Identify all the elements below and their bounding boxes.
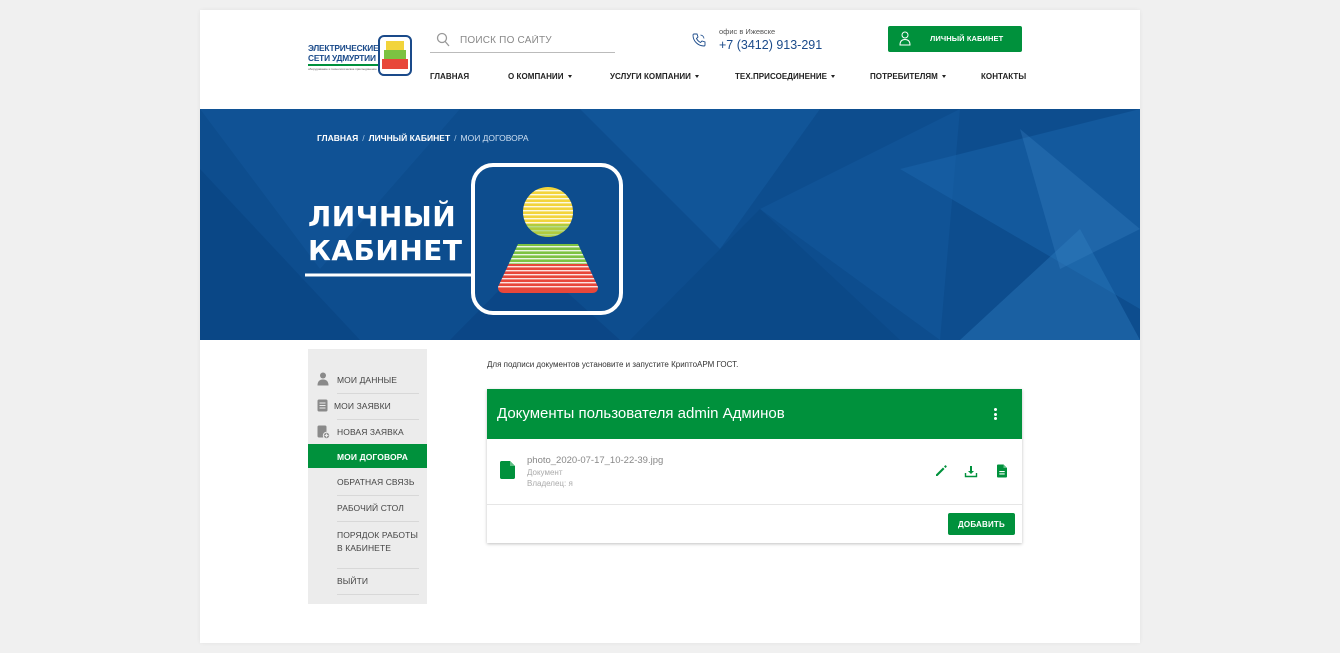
sidebar-divider bbox=[337, 568, 419, 569]
sidebar-item-logout[interactable]: ВЫЙТИ bbox=[308, 572, 427, 590]
office-phone[interactable]: +7 (3412) 913-291 bbox=[719, 38, 822, 52]
sidebar-item-new-request[interactable]: НОВАЯ ЗАЯВКА bbox=[308, 423, 427, 441]
personal-cabinet-button[interactable]: ЛИЧНЫЙ КАБИНЕТ bbox=[888, 26, 1022, 52]
nav-item-contacts[interactable]: КОНТАКТЫ bbox=[981, 72, 1026, 81]
sidebar-item-my-contracts[interactable]: МОИ ДОГОВОРА bbox=[308, 444, 427, 468]
crypto-notice: Для подписи документов установите и запу… bbox=[487, 360, 739, 369]
nav-item-home[interactable]: ГЛАВНАЯ bbox=[430, 72, 469, 81]
sidebar-divider bbox=[337, 393, 419, 394]
nav-item-connection[interactable]: ТЕХ.ПРИСОЕДИНЕНИЕ bbox=[735, 72, 836, 81]
download-icon[interactable] bbox=[964, 464, 978, 478]
file-details-icon[interactable] bbox=[995, 464, 1009, 478]
sidebar-divider bbox=[337, 495, 419, 496]
page: ЭЛЕКТРИЧЕСКИЕ СЕТИ УДМУРТИИ оборудование… bbox=[200, 10, 1140, 643]
site-logo[interactable]: ЭЛЕКТРИЧЕСКИЕ СЕТИ УДМУРТИИ оборудование… bbox=[308, 35, 412, 76]
card-divider bbox=[487, 504, 1022, 505]
file-owner: Владелец: я bbox=[527, 479, 573, 488]
more-vert-icon[interactable] bbox=[994, 408, 998, 421]
breadcrumb-separator: / bbox=[362, 133, 365, 143]
breadcrumb-home[interactable]: ГЛАВНАЯ bbox=[317, 133, 358, 143]
user-icon bbox=[317, 372, 329, 386]
new-document-icon bbox=[317, 425, 330, 439]
breadcrumb: ГЛАВНАЯ / ЛИЧНЫЙ КАБИНЕТ / МОИ ДОГОВОРА bbox=[317, 133, 529, 143]
file-type: Документ bbox=[527, 468, 563, 477]
logo-underline bbox=[308, 64, 378, 66]
breadcrumb-cabinet[interactable]: ЛИЧНЫЙ КАБИНЕТ bbox=[369, 133, 451, 143]
nav-item-about[interactable]: О КОМПАНИИ bbox=[508, 72, 572, 81]
personal-cabinet-label: ЛИЧНЫЙ КАБИНЕТ bbox=[930, 34, 1004, 43]
chevron-down-icon bbox=[694, 75, 699, 79]
office-label: офис в Ижевске bbox=[719, 27, 776, 36]
search-bar[interactable] bbox=[430, 31, 615, 53]
edit-icon[interactable] bbox=[934, 464, 948, 478]
phone-icon bbox=[692, 33, 706, 47]
search-input[interactable] bbox=[460, 31, 610, 49]
page-title: ЛИЧНЫЙ КАБИНЕТ bbox=[308, 200, 463, 267]
main-nav: ГЛАВНАЯ О КОМПАНИИ УСЛУГИ КОМПАНИИ ТЕХ.П… bbox=[430, 72, 1026, 86]
file-name[interactable]: photo_2020-07-17_10-22-39.jpg bbox=[527, 455, 663, 466]
sidebar-divider bbox=[337, 419, 419, 420]
documents-card-header: Документы пользователя admin Админов bbox=[487, 389, 1022, 439]
nav-item-consumers[interactable]: ПОТРЕБИТЕЛЯМ bbox=[870, 72, 946, 81]
user-icon bbox=[899, 31, 911, 46]
logo-tagline: оборудование и технологическое присоедин… bbox=[308, 67, 377, 71]
documents-card: Документы пользователя admin Админов pho… bbox=[487, 389, 1022, 543]
sidebar-divider bbox=[337, 521, 419, 522]
sidebar-item-feedback[interactable]: ОБРАТНАЯ СВЯЗЬ bbox=[308, 474, 427, 492]
logo-emblem-icon bbox=[378, 35, 412, 76]
file-icon bbox=[500, 461, 515, 479]
breadcrumb-separator: / bbox=[454, 133, 457, 143]
documents-title: Документы пользователя admin Админов bbox=[497, 405, 785, 422]
logo-wordmark: ЭЛЕКТРИЧЕСКИЕ СЕТИ УДМУРТИИ bbox=[308, 43, 379, 63]
chevron-down-icon bbox=[831, 75, 836, 79]
search-icon[interactable] bbox=[436, 32, 450, 48]
chevron-down-icon bbox=[567, 75, 572, 79]
sidebar-divider bbox=[337, 594, 419, 595]
cabinet-sidebar: МОИ ДАННЫЕ МОИ ЗАЯВКИ НОВАЯ ЗАЯВКА МОИ Д… bbox=[308, 349, 427, 604]
add-document-button[interactable]: ДОБАВИТЬ bbox=[948, 513, 1015, 535]
sidebar-item-cabinet-guide[interactable]: ПОРЯДОК РАБОТЫ В КАБИНЕТЕ bbox=[308, 525, 427, 555]
document-list-icon bbox=[317, 399, 328, 412]
sidebar-item-my-requests[interactable]: МОИ ЗАЯВКИ bbox=[308, 397, 427, 415]
sidebar-item-my-data[interactable]: МОИ ДАННЫЕ bbox=[308, 370, 427, 388]
sidebar-item-desktop[interactable]: РАБОЧИЙ СТОЛ bbox=[308, 499, 427, 517]
user-avatar-icon bbox=[498, 187, 598, 293]
hero-banner: ГЛАВНАЯ / ЛИЧНЫЙ КАБИНЕТ / МОИ ДОГОВОРА ЛИЧН… bbox=[200, 109, 1140, 340]
chevron-down-icon bbox=[941, 75, 946, 79]
nav-item-services[interactable]: УСЛУГИ КОМПАНИИ bbox=[610, 72, 699, 81]
breadcrumb-current: МОИ ДОГОВОРА bbox=[460, 133, 529, 143]
